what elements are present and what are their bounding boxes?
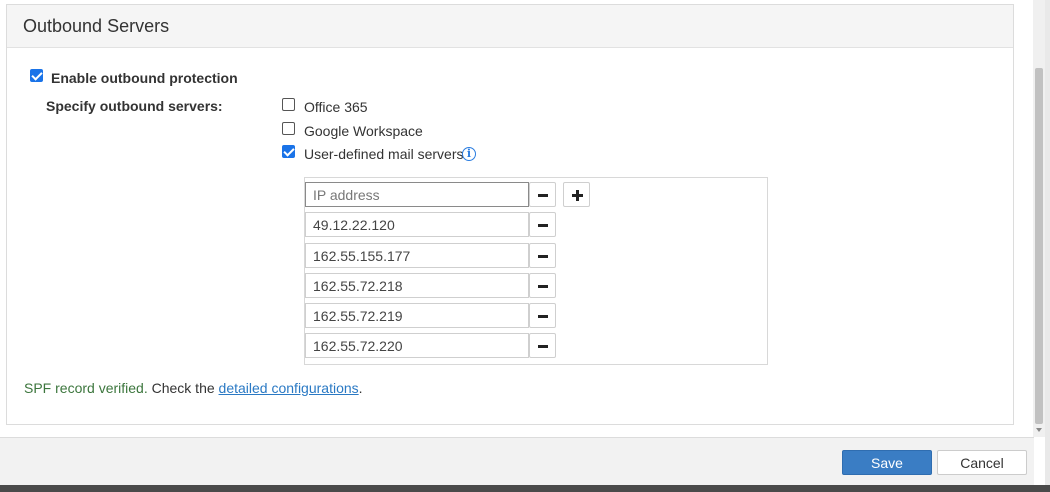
enable-protection-label: Enable outbound protection bbox=[51, 70, 238, 86]
google-workspace-checkbox[interactable] bbox=[282, 122, 295, 135]
scroll-down-arrow-icon[interactable] bbox=[1036, 428, 1042, 432]
ip-address-field[interactable] bbox=[305, 273, 529, 298]
scrollbar[interactable] bbox=[1033, 0, 1045, 437]
office365-checkbox[interactable] bbox=[282, 98, 295, 111]
panel-header: Outbound Servers bbox=[7, 5, 1013, 48]
remove-ip-button[interactable] bbox=[529, 212, 556, 237]
outbound-servers-label: Specify outbound servers: bbox=[46, 98, 223, 114]
add-ip-button[interactable] bbox=[563, 182, 590, 207]
remove-ip-button[interactable] bbox=[529, 273, 556, 298]
detailed-configurations-link[interactable]: detailed configurations bbox=[219, 380, 359, 396]
office365-label: Office 365 bbox=[304, 99, 368, 115]
ip-address-field[interactable] bbox=[305, 303, 529, 328]
spf-end-text: . bbox=[358, 380, 363, 396]
user-defined-servers-checkbox[interactable] bbox=[282, 145, 295, 158]
spf-status-text: SPF record verified. bbox=[24, 380, 148, 396]
new-ip-address-input[interactable] bbox=[305, 182, 529, 207]
ip-address-field[interactable] bbox=[305, 243, 529, 268]
outbound-servers-panel: Outbound Servers Enable outbound protect… bbox=[6, 4, 1014, 425]
user-defined-servers-label: User-defined mail servers bbox=[304, 146, 464, 162]
scrollbar-thumb[interactable] bbox=[1035, 68, 1043, 424]
spf-check-text: Check the bbox=[147, 380, 219, 396]
dialog-footer: Save Cancel bbox=[0, 437, 1034, 485]
save-button[interactable]: Save bbox=[842, 450, 932, 475]
bottom-border bbox=[0, 485, 1050, 492]
window-edge bbox=[1045, 0, 1050, 485]
ip-address-field[interactable] bbox=[305, 212, 529, 237]
remove-new-ip-button[interactable] bbox=[529, 182, 556, 207]
panel-title: Outbound Servers bbox=[23, 16, 170, 36]
remove-ip-button[interactable] bbox=[529, 243, 556, 268]
cancel-button[interactable]: Cancel bbox=[937, 450, 1027, 475]
info-icon[interactable]: i bbox=[462, 147, 476, 161]
enable-protection-checkbox[interactable] bbox=[30, 69, 43, 82]
spf-status-message: SPF record verified. Check the detailed … bbox=[24, 380, 363, 396]
remove-ip-button[interactable] bbox=[529, 333, 556, 358]
ip-address-field[interactable] bbox=[305, 333, 529, 358]
remove-ip-button[interactable] bbox=[529, 303, 556, 328]
google-workspace-label: Google Workspace bbox=[304, 123, 423, 139]
